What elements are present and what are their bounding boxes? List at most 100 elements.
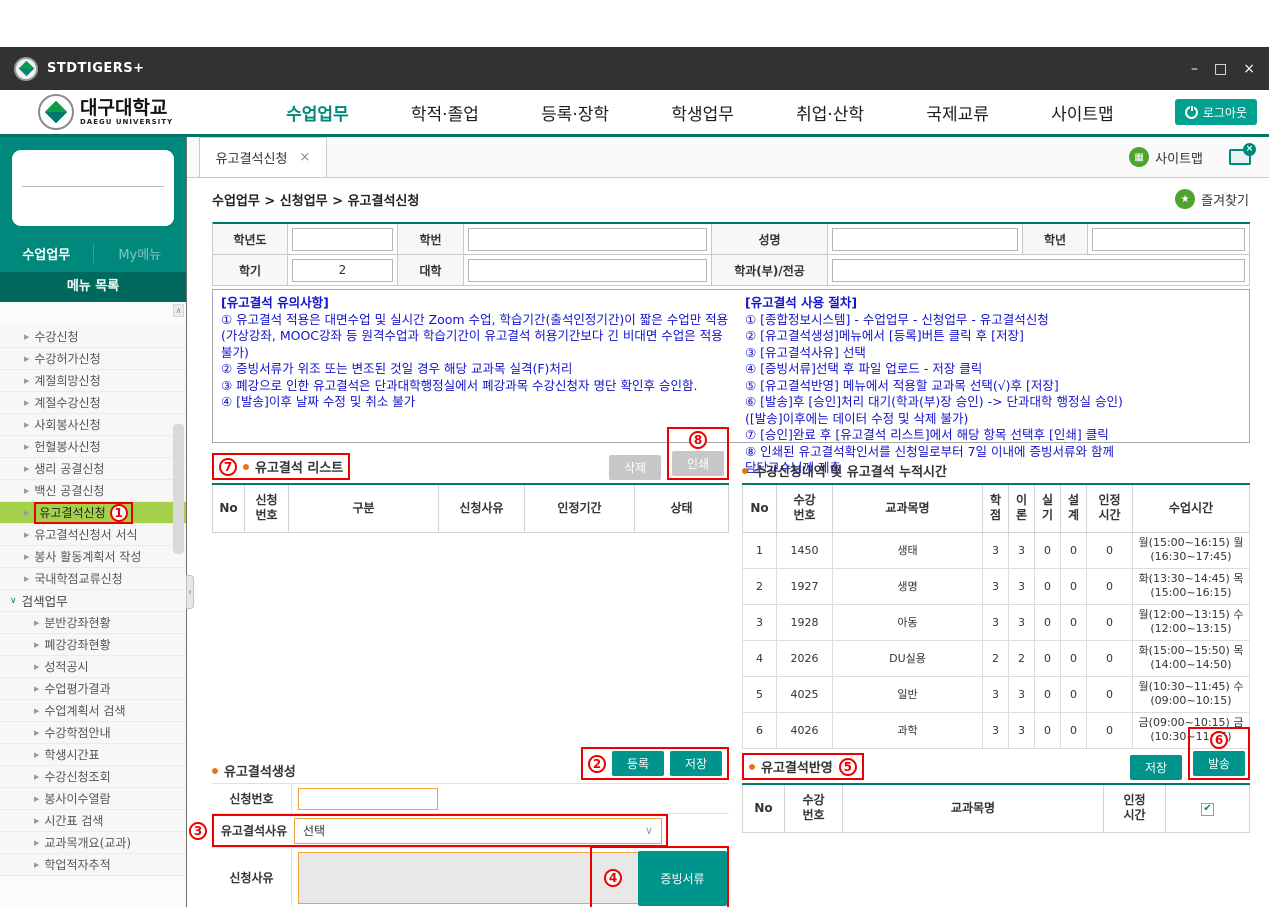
application-no-input[interactable] bbox=[298, 788, 438, 810]
year-input[interactable] bbox=[292, 228, 393, 251]
main-navigation: 대구대학교 DAEGU UNIVERSITY 수업업무 학적·졸업 등록·장학 … bbox=[0, 90, 1269, 137]
apply-table: No 수강 번호 교과목명 인정 시간 ✔ bbox=[742, 783, 1250, 833]
detail-reason-textarea[interactable] bbox=[298, 852, 640, 904]
nav-item-classwork[interactable]: 수업업무 bbox=[286, 100, 349, 125]
window-maximize-button[interactable]: □ bbox=[1214, 62, 1227, 76]
sidebar-item[interactable]: ▶백신 공결신청 bbox=[0, 480, 186, 502]
college-label: 대학 bbox=[398, 255, 464, 286]
sitemap-link[interactable]: ▦ 사이트맵 bbox=[1129, 147, 1203, 167]
sidebar-item[interactable]: ▶헌혈봉사신청 bbox=[0, 436, 186, 458]
absence-reason-label: 유고결석사유 bbox=[214, 816, 294, 845]
sidebar-group-search[interactable]: ∨검색업무 bbox=[0, 590, 186, 612]
sidebar-item-absence-apply[interactable]: ▶ 유고결석신청 1 bbox=[0, 502, 186, 524]
create-form: 신청번호 3 유고결석사유 선택 ∨ bbox=[212, 783, 729, 907]
chevron-right-icon: ▶ bbox=[24, 377, 29, 385]
sidebar-item[interactable]: ▶폐강강좌현황 bbox=[0, 634, 186, 656]
nav-item-career[interactable]: 취업·산학 bbox=[796, 100, 864, 125]
table-row[interactable]: 54025일반33000월(10:30~11:45) 수(09:00~10:15… bbox=[743, 676, 1250, 712]
sidebar-item[interactable]: ▶국내학점교류신청 bbox=[0, 568, 186, 590]
annotation-2: 2 bbox=[588, 755, 606, 773]
chevron-right-icon: ▶ bbox=[34, 861, 39, 869]
register-button[interactable]: 등록 bbox=[612, 751, 664, 776]
sidebar-scrollbar[interactable]: ∧ bbox=[173, 304, 184, 905]
tab-absence-apply[interactable]: 유고결석신청 × bbox=[199, 137, 327, 177]
university-logo-icon bbox=[38, 94, 74, 130]
chevron-right-icon: ▶ bbox=[24, 553, 29, 561]
annotation-box-6: 6 발송 bbox=[1188, 727, 1250, 780]
enrollment-title-row: 수강신청내역 및 유고결석 누적시간 bbox=[742, 461, 947, 480]
nav-item-sitemap[interactable]: 사이트맵 bbox=[1051, 100, 1114, 125]
breadcrumb: 수업업무 > 신청업무 > 유고결석신청 bbox=[212, 190, 419, 209]
app-title: STDTIGERS+ bbox=[47, 61, 145, 76]
sidebar-item[interactable]: ▶성적공시 bbox=[0, 656, 186, 678]
table-row[interactable]: 42026DU실용22000화(15:00~15:50) 목(14:00~14:… bbox=[743, 640, 1250, 676]
select-all-checkbox[interactable]: ✔ bbox=[1201, 803, 1214, 816]
table-row[interactable]: 64026과학33000금(09:00~10:15) 금(10:30~11:45… bbox=[743, 712, 1250, 748]
section-bullet-icon bbox=[212, 768, 218, 774]
grade-input[interactable] bbox=[1092, 228, 1245, 251]
sidebar-item[interactable]: ▶시간표 검색 bbox=[0, 810, 186, 832]
sidebar-item[interactable]: ▶분반강좌현황 bbox=[0, 612, 186, 634]
save-button[interactable]: 저장 bbox=[670, 751, 722, 776]
print-button[interactable]: 인쇄 bbox=[672, 451, 724, 476]
student-id-input[interactable] bbox=[468, 228, 707, 251]
absence-reason-select[interactable]: 선택 ∨ bbox=[294, 818, 662, 844]
create-title: 유고결석생성 bbox=[224, 761, 296, 780]
sidebar-item[interactable]: ▶봉사이수열람 bbox=[0, 788, 186, 810]
sidebar-item[interactable]: ▶수강신청 bbox=[0, 326, 186, 348]
sidebar-item[interactable]: ▶학업적자추적 bbox=[0, 854, 186, 876]
nav-item-records[interactable]: 학적·졸업 bbox=[411, 100, 479, 125]
sidebar-tab-classwork[interactable]: 수업업무 bbox=[0, 244, 93, 263]
sidebar-item[interactable]: ▶사회봉사신청 bbox=[0, 414, 186, 436]
breadcrumb-row: 수업업무 > 신청업무 > 유고결석신청 ★ 즐겨찾기 bbox=[187, 178, 1269, 220]
tab-strip: 유고결석신청 × ▦ 사이트맵 × bbox=[187, 137, 1269, 178]
table-row[interactable]: 31928아동33000월(12:00~13:15) 수(12:00~13:15… bbox=[743, 604, 1250, 640]
table-row[interactable]: 21927생명33000화(13:30~14:45) 목(15:00~16:15… bbox=[743, 568, 1250, 604]
university-name: 대구대학교 bbox=[80, 99, 173, 118]
send-button[interactable]: 발송 bbox=[1193, 751, 1245, 776]
sidebar-item[interactable]: ▶수업계획서 검색 bbox=[0, 700, 186, 722]
sidebar-item[interactable]: ▶수강허가신청 bbox=[0, 348, 186, 370]
annotation-box-3: 유고결석사유 선택 ∨ bbox=[212, 814, 668, 847]
sidebar-item[interactable]: ▶봉사 활동계획서 작성 bbox=[0, 546, 186, 568]
evidence-docs-button[interactable]: 증빙서류 bbox=[638, 851, 727, 906]
sidebar-item[interactable]: ▶유고결석신청서 서식 bbox=[0, 524, 186, 546]
scrollbar-thumb[interactable] bbox=[173, 424, 184, 554]
close-all-tabs-icon[interactable]: × bbox=[1229, 149, 1251, 165]
chevron-right-icon: ▶ bbox=[24, 509, 29, 517]
student-id-label: 학번 bbox=[398, 224, 464, 255]
college-input[interactable] bbox=[468, 259, 707, 282]
sidebar-item[interactable]: ▶교과목개요(교과) bbox=[0, 832, 186, 854]
delete-button[interactable]: 삭제 bbox=[609, 455, 661, 480]
enrollment-section: 수강신청내역 및 유고결석 누적시간 No 수강 번호 교과목명 학 점 이 론… bbox=[742, 449, 1250, 749]
create-title-row: 유고결석생성 bbox=[212, 761, 296, 780]
app-logo-icon bbox=[14, 57, 38, 81]
nav-item-student[interactable]: 학생업무 bbox=[671, 100, 734, 125]
sidebar-item[interactable]: ▶생리 공결신청 bbox=[0, 458, 186, 480]
sidebar-item[interactable]: ▶학생시간표 bbox=[0, 744, 186, 766]
sidebar-item[interactable]: ▶계절수강신청 bbox=[0, 392, 186, 414]
sidebar-item[interactable]: ▶계절희망신청 bbox=[0, 370, 186, 392]
table-row[interactable]: 11450생태33000월(15:00~16:15) 월(16:30~17:45… bbox=[743, 532, 1250, 568]
annotation-6: 6 bbox=[1210, 731, 1228, 749]
sidebar-item[interactable]: ▶수업평가결과 bbox=[0, 678, 186, 700]
window-close-button[interactable]: × bbox=[1243, 62, 1255, 76]
name-input[interactable] bbox=[832, 228, 1018, 251]
logout-button[interactable]: 로그아웃 bbox=[1175, 99, 1257, 125]
sidebar-item[interactable]: ▶수강신청조회 bbox=[0, 766, 186, 788]
term-label: 학기 bbox=[213, 255, 288, 286]
window-minimize-button[interactable]: – bbox=[1191, 62, 1198, 76]
term-input[interactable]: 2 bbox=[292, 259, 393, 282]
apply-save-button[interactable]: 저장 bbox=[1130, 755, 1182, 780]
favorite-button[interactable]: ★ 즐겨찾기 bbox=[1175, 189, 1249, 209]
chevron-right-icon: ▶ bbox=[34, 707, 39, 715]
nav-item-international[interactable]: 국제교류 bbox=[926, 100, 989, 125]
major-input[interactable] bbox=[832, 259, 1245, 282]
scroll-up-icon[interactable]: ∧ bbox=[173, 304, 184, 317]
sidebar-tab-mymenu[interactable]: My메뉴 bbox=[93, 244, 187, 263]
section-bullet-icon bbox=[749, 764, 755, 770]
nav-item-registration[interactable]: 등록·장학 bbox=[541, 100, 609, 125]
sidebar-item[interactable]: ▶수강학점안내 bbox=[0, 722, 186, 744]
chevron-right-icon: ▶ bbox=[24, 333, 29, 341]
tab-close-icon[interactable]: × bbox=[299, 150, 310, 165]
